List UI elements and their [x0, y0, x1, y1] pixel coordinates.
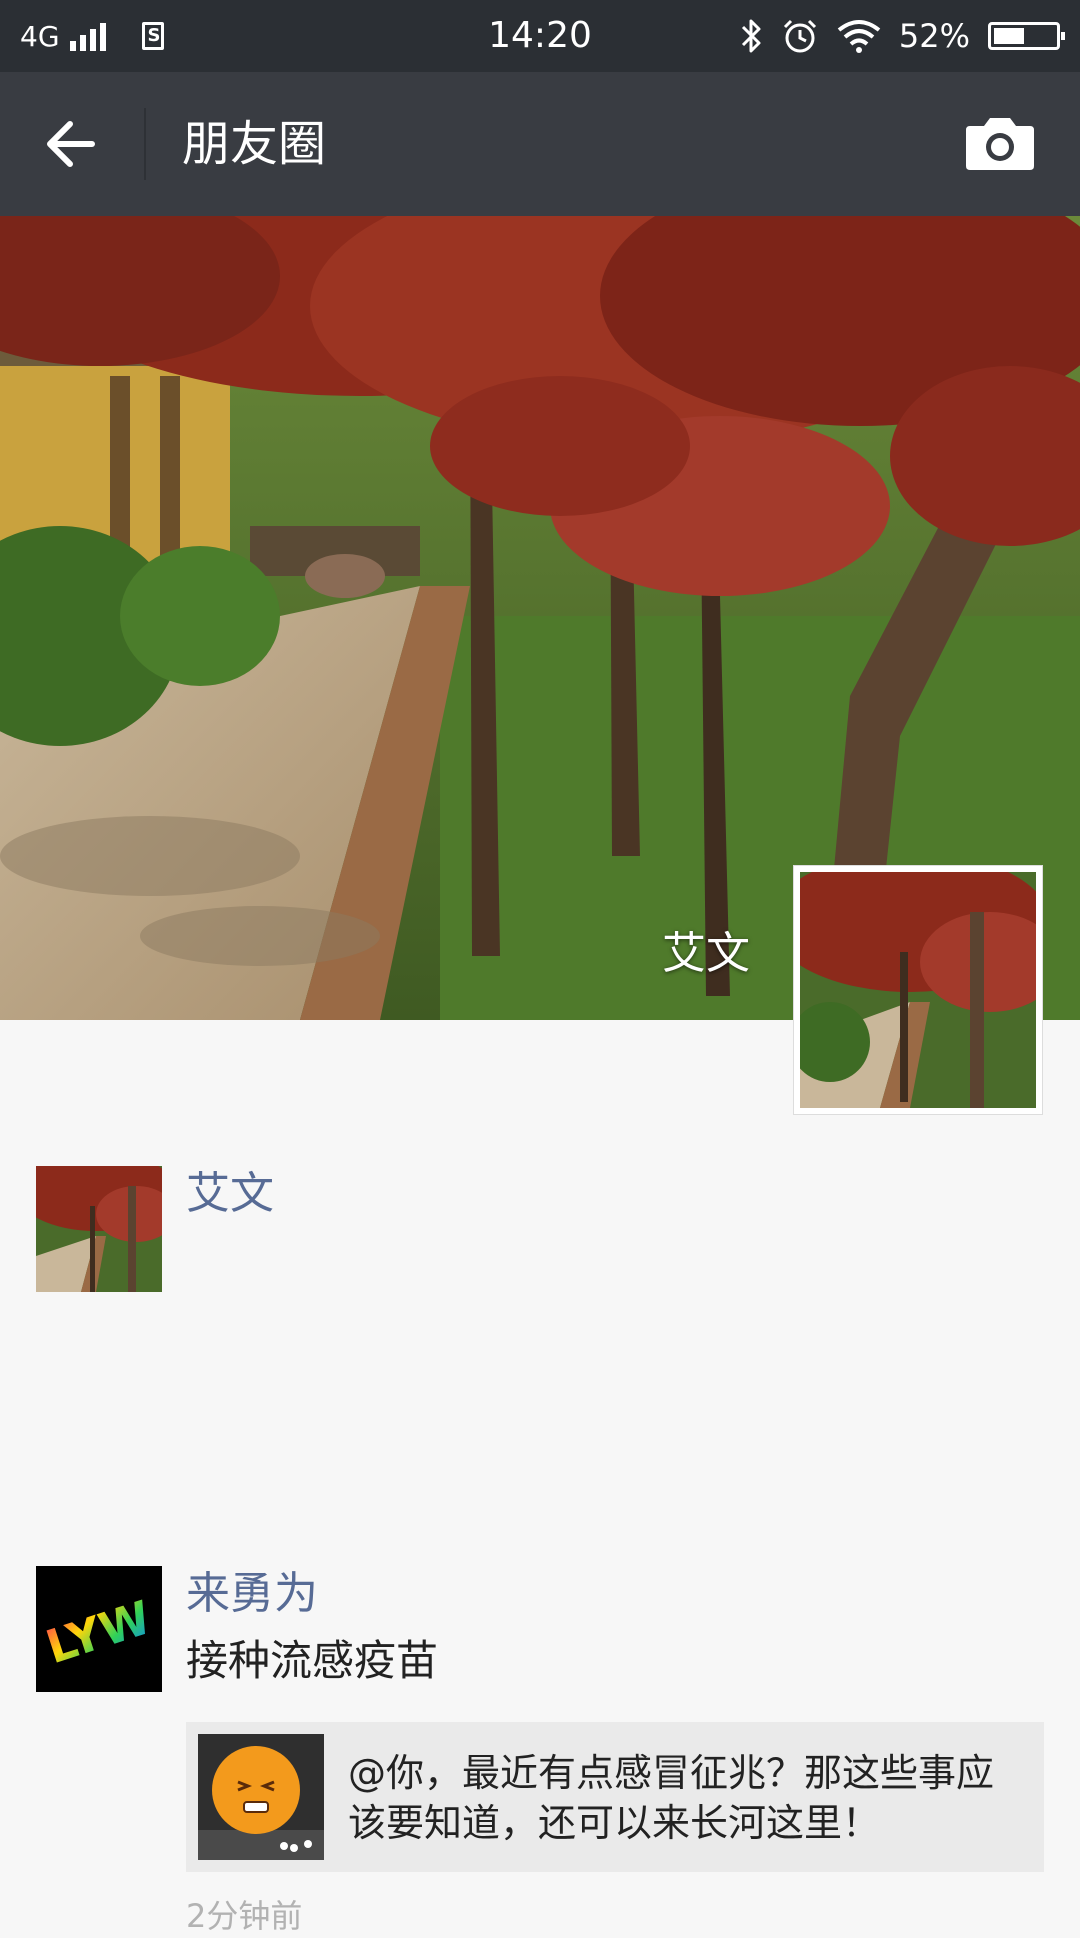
battery-icon: [988, 22, 1065, 50]
page-title: 朋友圈: [182, 116, 327, 172]
alarm-icon: [783, 19, 816, 53]
nav-bar: 朋友圈: [0, 72, 1080, 216]
shared-link-thumbnail: [198, 1734, 324, 1860]
camera-button[interactable]: [962, 114, 1038, 174]
battery-level: [994, 28, 1025, 44]
shared-link-card[interactable]: @你，最近有点感冒征兆？那这些事应该要知道，还可以来长河这里！: [186, 1722, 1044, 1872]
shared-link-title: @你，最近有点感冒征兆？那这些事应该要知道，还可以来长河这里！: [348, 1751, 995, 1845]
post-text: 接种流感疫苗: [186, 1636, 439, 1685]
post-avatar[interactable]: [36, 1166, 162, 1292]
battery-percent: 52%: [898, 17, 970, 55]
status-bar: 4G 14:20 52%: [0, 0, 1080, 72]
camera-icon: [966, 118, 1034, 170]
wifi-icon: [837, 20, 881, 53]
profile-avatar-image: [800, 872, 1036, 1108]
post-avatar[interactable]: LYW: [36, 1566, 162, 1692]
back-arrow-icon: [47, 121, 95, 167]
status-right: 52%: [739, 14, 1065, 58]
lyw-logo-icon: LYW: [36, 1566, 162, 1692]
post-timestamp: 2分钟前: [186, 1897, 303, 1935]
cover-owner-name: 艾文: [662, 928, 750, 979]
bluetooth-icon: [741, 19, 761, 53]
post-author[interactable]: 艾文: [186, 1166, 274, 1222]
post-author[interactable]: 来勇为: [186, 1566, 318, 1622]
nav-divider: [144, 108, 146, 180]
back-button[interactable]: [30, 102, 114, 186]
profile-avatar[interactable]: [794, 866, 1042, 1114]
orange-face-icon: [198, 1734, 324, 1860]
post-avatar-image: [36, 1166, 162, 1292]
